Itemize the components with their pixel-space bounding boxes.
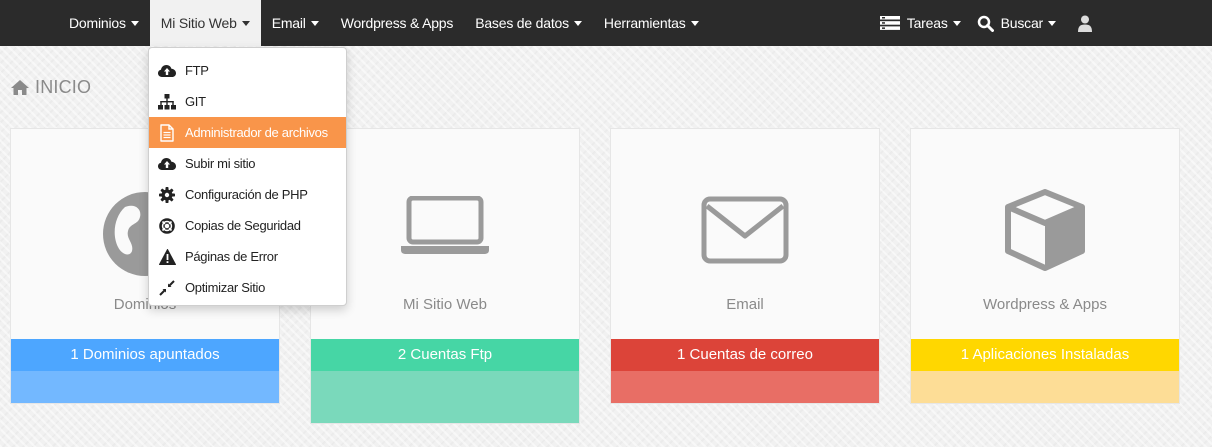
nav-item-label: Mi Sitio Web <box>160 15 237 31</box>
envelope-icon <box>611 196 879 264</box>
cloud-upload-icon <box>158 62 176 80</box>
gear-icon <box>158 186 176 204</box>
card-wordpress-apps[interactable]: Wordpress & Apps 1 Aplicaciones Instalad… <box>910 128 1180 404</box>
file-icon <box>158 123 176 142</box>
menu-item-git[interactable]: GIT <box>149 86 346 117</box>
caret-down-icon <box>1048 20 1056 26</box>
card-footer <box>311 371 579 423</box>
search-icon <box>977 15 994 32</box>
compress-icon <box>158 279 176 297</box>
caret-down-icon <box>573 20 582 26</box>
tasks-label: Tareas <box>906 15 948 31</box>
menu-item-label: Subir mi sitio <box>185 156 256 171</box>
card-footer <box>911 371 1179 403</box>
sitemap-icon <box>158 93 176 111</box>
home-icon <box>11 80 29 95</box>
menu-item-subir-mi-sitio[interactable]: Subir mi sitio <box>149 148 346 179</box>
menu-item-copias-de-seguridad[interactable]: Copias de Seguridad <box>149 210 346 241</box>
card-stat: 1 Aplicaciones Instaladas <box>911 339 1179 371</box>
laptop-icon <box>311 196 579 256</box>
card-mi-sitio-web[interactable]: Mi Sitio Web 2 Cuentas Ftp <box>310 128 580 424</box>
menu-item-label: Administrador de archivos <box>185 125 328 140</box>
tasks-menu[interactable]: Tareas <box>872 0 969 46</box>
cube-icon <box>911 189 1179 271</box>
nav-item-label: Bases de datos <box>475 15 569 31</box>
menu-item-label: Copias de Seguridad <box>185 218 301 233</box>
menu-item-label: Configuración de PHP <box>185 187 308 202</box>
nav-item-email[interactable]: Email <box>261 0 330 46</box>
page-title-text: INICIO <box>35 77 92 97</box>
page-title: INICIO <box>10 77 91 98</box>
card-label: Email <box>726 296 764 313</box>
menu-item-ftp[interactable]: FTP <box>149 55 346 86</box>
card-label: Mi Sitio Web <box>403 296 487 313</box>
cloud-upload-icon <box>158 155 176 173</box>
life-ring-icon <box>158 217 176 235</box>
nav-item-label: Email <box>271 15 306 31</box>
top-navbar: Dominios Mi Sitio Web Email Wordpress & … <box>0 0 1212 46</box>
tasks-icon <box>879 15 900 31</box>
card-footer <box>611 371 879 403</box>
card-stat: 1 Dominios apuntados <box>11 339 279 371</box>
menu-item-administrador-de-archivos[interactable]: Administrador de archivos <box>149 117 346 148</box>
card-stat: 1 Cuentas de correo <box>611 339 879 371</box>
nav-item-label: Wordpress & Apps <box>340 15 454 31</box>
menu-item-label: FTP <box>185 63 209 78</box>
menu-item-label: GIT <box>185 94 206 109</box>
nav-item-mi-sitio-web[interactable]: Mi Sitio Web <box>149 0 261 46</box>
menu-item-label: Páginas de Error <box>185 249 278 264</box>
card-footer <box>11 371 279 403</box>
search-menu[interactable]: Buscar <box>969 0 1064 46</box>
caret-down-icon <box>130 20 139 26</box>
menu-item-configuracion-php[interactable]: Configuración de PHP <box>149 179 346 210</box>
menu-item-label: Optimizar Sitio <box>185 280 266 295</box>
nav-item-label: Dominios <box>69 15 126 31</box>
user-menu[interactable] <box>1064 0 1100 46</box>
nav-menu: Dominios Mi Sitio Web Email Wordpress & … <box>0 0 710 46</box>
nav-item-label: Herramientas <box>603 15 686 31</box>
caret-down-icon <box>690 20 699 26</box>
nav-item-bases-de-datos[interactable]: Bases de datos <box>464 0 593 46</box>
card-label: Wordpress & Apps <box>983 296 1107 313</box>
user-icon <box>1078 15 1092 32</box>
warning-icon <box>158 248 176 266</box>
nav-right: Tareas Buscar <box>872 0 1212 46</box>
mi-sitio-web-dropdown: FTP GIT Administrador de archivos Subir … <box>148 47 347 306</box>
nav-item-herramientas[interactable]: Herramientas <box>593 0 710 46</box>
menu-item-optimizar-sitio[interactable]: Optimizar Sitio <box>149 272 346 303</box>
caret-down-icon <box>952 20 961 26</box>
nav-item-wordpress-apps[interactable]: Wordpress & Apps <box>330 0 465 46</box>
card-email[interactable]: Email 1 Cuentas de correo <box>610 128 880 404</box>
caret-down-icon <box>241 20 250 26</box>
search-label: Buscar <box>1000 15 1044 31</box>
nav-item-dominios[interactable]: Dominios <box>58 0 150 46</box>
caret-down-icon <box>310 20 319 26</box>
menu-item-paginas-de-error[interactable]: Páginas de Error <box>149 241 346 272</box>
card-stat: 2 Cuentas Ftp <box>311 339 579 371</box>
